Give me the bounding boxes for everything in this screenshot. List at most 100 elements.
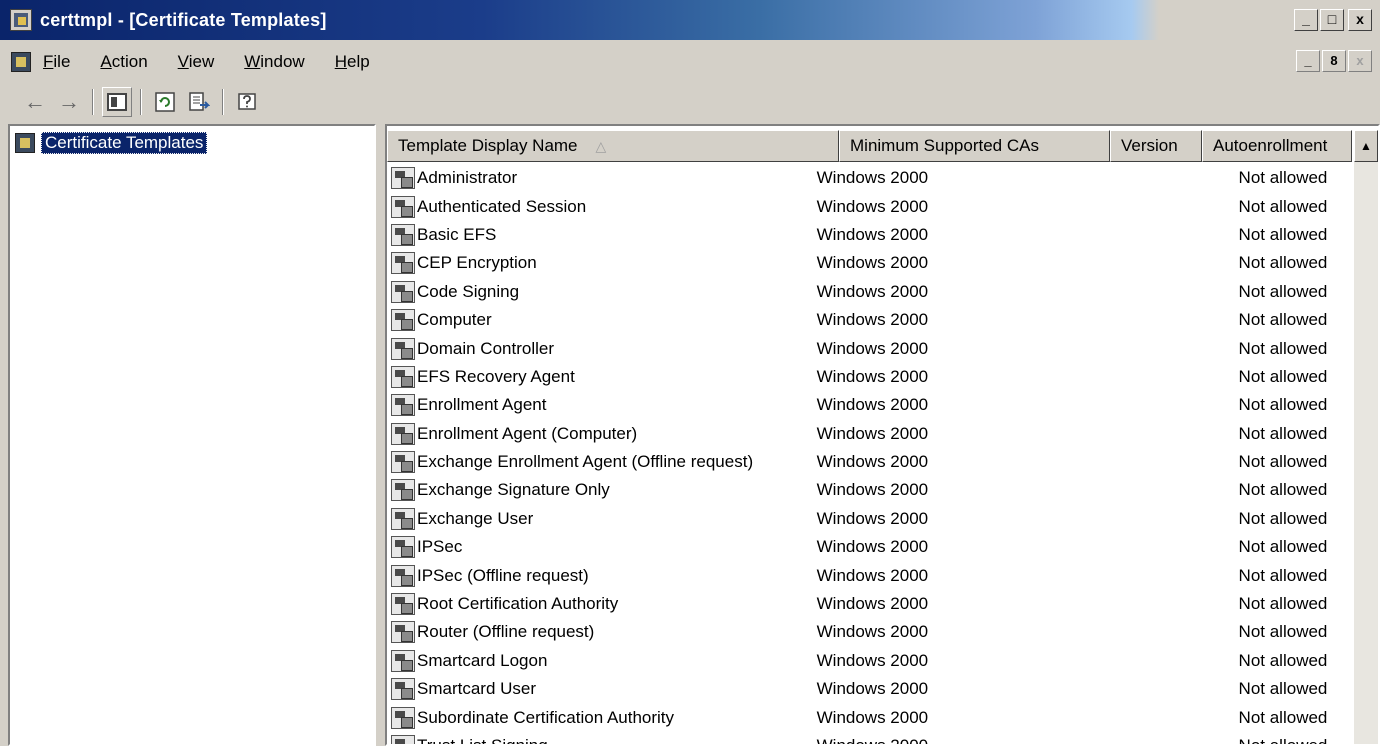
cell-autoenrollment: Not allowed (1238, 423, 1328, 443)
cell-min-ca: Windows 2000 (816, 281, 929, 301)
menu-help[interactable]: Help (335, 52, 370, 72)
template-name: Enrollment Agent (417, 395, 547, 415)
title-bar[interactable]: certtmpl - [Certificate Templates] _ □ x (0, 0, 1380, 40)
cell-min-ca: Windows 2000 (816, 310, 929, 330)
column-header-version[interactable]: Version (1110, 130, 1202, 162)
table-row[interactable]: IPSec Windows 2000 Not allowed (387, 533, 1357, 561)
cell-min-ca: Windows 2000 (816, 650, 929, 670)
cell-template-name: Smartcard Logon (387, 649, 805, 672)
cell-template-name: IPSec (387, 536, 805, 559)
export-list-icon[interactable] (184, 87, 214, 117)
cell-autoenrollment: Not allowed (1238, 253, 1328, 273)
menu-view[interactable]: View (178, 52, 215, 72)
template-name: CEP Encryption (417, 253, 537, 273)
cell-autoenrollment: Not allowed (1238, 565, 1328, 585)
minimize-button[interactable]: _ (1294, 9, 1318, 31)
table-row[interactable]: Computer Windows 2000 Not allowed (387, 306, 1357, 334)
table-row[interactable]: Enrollment Agent Windows 2000 Not allowed (387, 391, 1357, 419)
column-header-autoenrollment[interactable]: Autoenrollment (1202, 130, 1352, 162)
back-arrow-icon[interactable]: ← (20, 87, 50, 117)
console-tree[interactable]: Certificate Templates (8, 124, 376, 746)
table-row[interactable]: Root Certification Authority Windows 2000… (387, 590, 1357, 618)
forward-arrow-icon[interactable]: → (54, 87, 84, 117)
child-close-button[interactable]: x (1348, 50, 1372, 72)
help-icon[interactable] (232, 87, 262, 117)
list-header: Template Display Name △ Minimum Supported… (387, 130, 1352, 162)
cell-min-ca: Windows 2000 (816, 423, 929, 443)
cell-autoenrollment: Not allowed (1238, 707, 1328, 727)
cell-template-name: Exchange User (387, 507, 805, 530)
menu-file[interactable]: File (43, 52, 70, 72)
table-row[interactable]: Subordinate Certification Authority Windo… (387, 703, 1357, 731)
show-hide-tree-icon[interactable] (102, 87, 132, 117)
certificate-template-icon (391, 280, 415, 303)
certificate-template-icon (391, 621, 415, 644)
template-name: Trust List Signing (417, 736, 548, 746)
table-row[interactable]: Exchange Signature Only Windows 2000 Not a… (387, 476, 1357, 504)
cell-template-name: Exchange Signature Only (387, 479, 805, 502)
template-name: Router (Offline request) (417, 622, 595, 642)
table-row[interactable]: Exchange User Windows 2000 Not allowed (387, 505, 1357, 533)
cell-autoenrollment: Not allowed (1238, 395, 1328, 415)
table-row[interactable]: Enrollment Agent (Computer) Windows 2000 N… (387, 420, 1357, 448)
table-row[interactable]: Smartcard User Windows 2000 Not allowed (387, 675, 1357, 703)
certificate-template-icon (391, 536, 415, 559)
table-row[interactable]: CEP Encryption Windows 2000 Not allowed (387, 249, 1357, 277)
template-name: Smartcard Logon (417, 650, 548, 670)
close-button[interactable]: x (1348, 9, 1372, 31)
table-row[interactable]: Smartcard Logon Windows 2000 Not allowed (387, 647, 1357, 675)
template-list[interactable]: Template Display Name △ Minimum Supported… (385, 124, 1380, 746)
table-row[interactable]: Exchange Enrollment Agent (Offline reque… (387, 448, 1357, 476)
cell-template-name: Subordinate Certification Authority (387, 706, 805, 729)
menu-bar: File Action View Window Help _ 8 x (0, 44, 1380, 80)
certificate-template-icon (391, 678, 415, 701)
cell-template-name: Administrator (387, 167, 805, 190)
certificate-template-icon (391, 649, 415, 672)
cell-autoenrollment: Not allowed (1238, 736, 1328, 746)
table-row[interactable]: Code Signing Windows 2000 Not allowed (387, 278, 1357, 306)
refresh-icon[interactable] (150, 87, 180, 117)
cell-template-name: Smartcard User (387, 678, 805, 701)
table-row[interactable]: Administrator Windows 2000 Not allowed (387, 164, 1357, 192)
menu-view-rest: iew (188, 52, 215, 71)
column-header-min-ca[interactable]: Minimum Supported CAs (839, 130, 1110, 162)
menu-window[interactable]: Window (244, 52, 304, 72)
menu-file-rest: ile (53, 52, 71, 71)
table-row[interactable]: Router (Offline request) Windows 2000 Not … (387, 618, 1357, 646)
certificate-template-icon (391, 593, 415, 616)
menu-window-rest: indow (260, 52, 305, 71)
cell-min-ca: Windows 2000 (816, 253, 929, 273)
cell-min-ca: Windows 2000 (816, 736, 929, 746)
table-row[interactable]: Authenticated Session Windows 2000 Not all… (387, 192, 1357, 220)
table-row[interactable]: IPSec (Offline request) Windows 2000 Not a… (387, 561, 1357, 589)
app-icon[interactable] (10, 9, 32, 31)
menu-help-rest: elp (346, 52, 370, 71)
certificate-template-icon (391, 451, 415, 474)
child-restore-button[interactable]: 8 (1322, 50, 1346, 72)
cell-min-ca: Windows 2000 (816, 395, 929, 415)
cell-autoenrollment: Not allowed (1238, 679, 1328, 699)
certificate-template-icon (391, 365, 415, 388)
cell-min-ca: Windows 2000 (816, 537, 929, 557)
template-name: Root Certification Authority (417, 594, 619, 614)
template-name: IPSec (Offline request) (417, 565, 589, 585)
menu-action[interactable]: Action (100, 52, 147, 72)
certificate-template-icon (391, 706, 415, 729)
menu-action-accel: A (100, 52, 112, 71)
child-window-controls: _ 8 x (1296, 50, 1372, 72)
menu-window-accel: W (244, 52, 261, 71)
table-row[interactable]: Domain Controller Windows 2000 Not allowed (387, 334, 1357, 362)
maximize-button[interactable]: □ (1320, 9, 1344, 31)
document-icon[interactable] (11, 52, 31, 72)
table-row[interactable]: EFS Recovery Agent Windows 2000 Not allowe… (387, 363, 1357, 391)
child-minimize-button[interactable]: _ (1296, 50, 1320, 72)
table-row[interactable]: Trust List Signing Windows 2000 Not allowe… (387, 732, 1357, 746)
cell-min-ca: Windows 2000 (816, 168, 929, 188)
vertical-scrollbar[interactable] (1354, 130, 1378, 744)
cell-autoenrollment: Not allowed (1238, 310, 1328, 330)
table-row[interactable]: Basic EFS Windows 2000 Not allowed (387, 221, 1357, 249)
scroll-up-button[interactable]: ▲ (1354, 130, 1378, 162)
column-header-template-name[interactable]: Template Display Name △ (387, 130, 839, 162)
template-name: Exchange Signature Only (417, 480, 610, 500)
tree-item-certificate-templates[interactable]: Certificate Templates (15, 132, 208, 154)
